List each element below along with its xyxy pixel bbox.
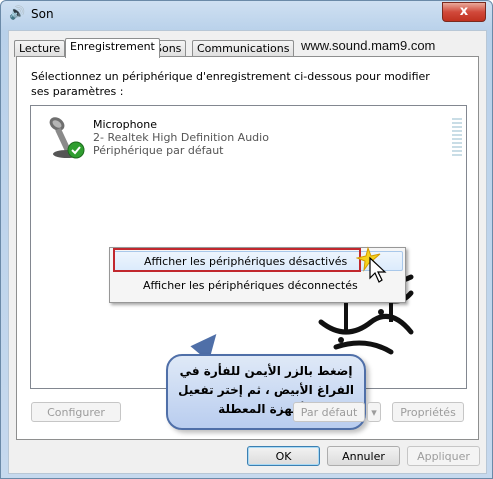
watermark-url: www.sound.mam9.com <box>301 38 436 53</box>
device-driver: 2- Realtek High Definition Audio <box>93 131 269 144</box>
ok-button[interactable]: OK <box>247 446 320 466</box>
properties-button[interactable]: Propriétés <box>392 402 464 422</box>
highlight-box <box>113 248 361 272</box>
sound-dialog: 🔊 Son x Lecture Enregistrement Sons Comm… <box>0 0 493 479</box>
set-default-button[interactable]: Par défaut <box>293 402 365 422</box>
tab-lecture[interactable]: Lecture <box>14 40 66 57</box>
instruction-text: Sélectionnez un périphérique d'enregistr… <box>31 70 430 98</box>
microphone-icon <box>49 117 85 159</box>
tab-panel: Sélectionnez un périphérique d'enregistr… <box>16 56 479 440</box>
device-list[interactable]: Microphone 2- Realtek High Definition Au… <box>30 105 467 430</box>
tab-enregistrement[interactable]: Enregistrement <box>65 38 160 58</box>
dialog-body: Lecture Enregistrement Sons Communicatio… <box>8 30 487 474</box>
chevron-down-icon: ▾ <box>371 406 377 419</box>
device-name: Microphone <box>93 118 158 131</box>
window-title: Son <box>31 7 54 21</box>
default-dropdown-button[interactable]: ▾ <box>367 402 381 422</box>
device-status: Périphérique par défaut <box>93 144 224 157</box>
close-button[interactable]: x <box>442 2 486 22</box>
click-burst-icon <box>356 246 387 283</box>
cancel-button[interactable]: Annuler <box>327 446 400 466</box>
apply-button[interactable]: Appliquer <box>407 446 480 466</box>
configure-button[interactable]: Configurer <box>31 402 121 422</box>
mouse-pointer-icon <box>369 256 387 283</box>
close-icon: x <box>459 4 469 19</box>
level-meter <box>452 118 462 158</box>
check-icon <box>67 141 85 159</box>
title-bar[interactable]: 🔊 Son x <box>1 1 492 27</box>
tab-communications[interactable]: Communications <box>192 40 295 57</box>
speaker-icon: 🔊 <box>9 6 26 21</box>
